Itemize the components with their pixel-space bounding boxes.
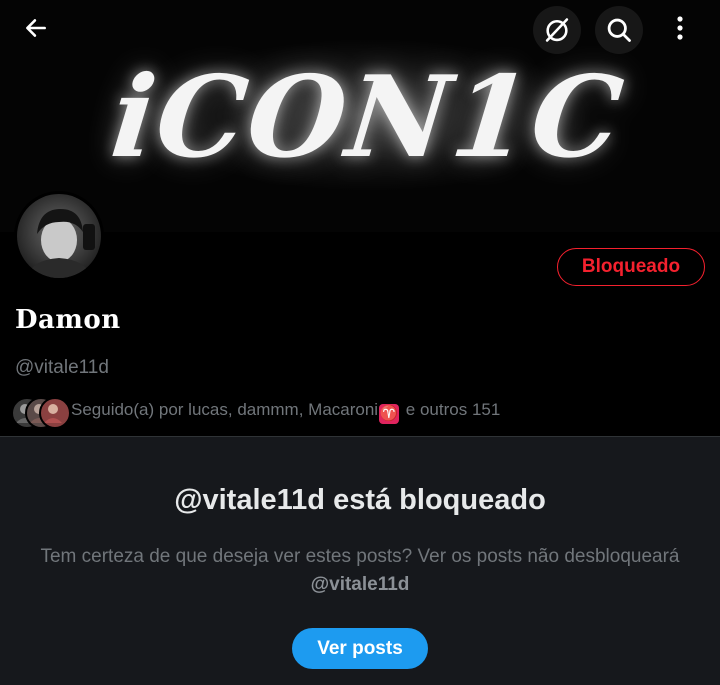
compass-off-icon: [545, 18, 569, 42]
search-button[interactable]: [595, 6, 643, 54]
aries-emoji-icon: ♈: [379, 404, 400, 424]
blocked-notice-panel: @vitale11d está bloqueado Tem certeza de…: [0, 436, 720, 685]
profile-avatar[interactable]: [14, 191, 104, 281]
followed-by-text: Seguido(a) por lucas, dammm, Macaroni ♈ e…: [71, 400, 500, 424]
more-options-button[interactable]: [658, 6, 702, 50]
display-name: Damon: [15, 305, 121, 335]
banner-logo-text: iCON1C: [105, 51, 631, 183]
discover-button[interactable]: [533, 6, 581, 54]
view-posts-button[interactable]: Ver posts: [292, 628, 428, 669]
blocked-button[interactable]: Bloqueado: [557, 248, 705, 286]
arrow-left-icon: [26, 19, 46, 37]
follower-avatars: [11, 397, 71, 429]
followed-by-row[interactable]: Seguido(a) por lucas, dammm, Macaroni ♈ e…: [11, 396, 500, 429]
followed-by-suffix: e outros 151: [401, 400, 501, 419]
user-handle: @vitale11d: [15, 357, 109, 378]
more-vertical-icon: [677, 16, 683, 40]
avatar-photo: [17, 194, 101, 278]
back-button[interactable]: [14, 6, 58, 50]
followed-by-prefix: Seguido(a) por lucas, dammm, Macaroni: [71, 400, 379, 419]
banner-logo: iCON1C: [106, 42, 630, 192]
blocked-notice-handle: @vitale11d: [310, 574, 410, 595]
search-icon: [607, 18, 631, 42]
follower-avatar: [39, 397, 71, 429]
blocked-notice-description: Tem certeza de que deseja ver estes post…: [40, 543, 680, 599]
blocked-notice-title: @vitale11d está bloqueado: [174, 484, 546, 516]
blocked-notice-text: Tem certeza de que deseja ver estes post…: [40, 546, 680, 567]
